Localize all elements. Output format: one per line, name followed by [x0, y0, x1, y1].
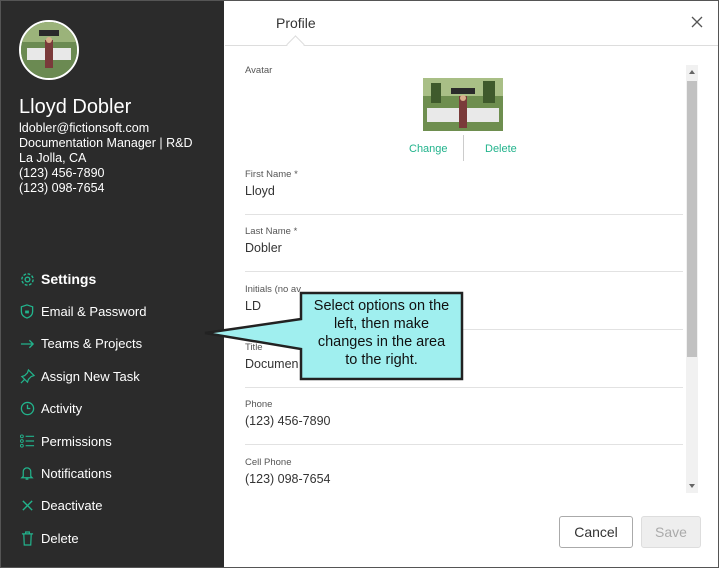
scroll-thumb[interactable]	[687, 81, 697, 357]
sidebar-item-delete[interactable]: Delete	[19, 522, 219, 554]
last-name-field[interactable]: Last Name * Dobler	[245, 226, 683, 272]
list-icon	[19, 433, 35, 449]
avatar-label: Avatar	[245, 65, 273, 76]
form-scroll-area: Avatar Change Delete First Name * Lloyd …	[245, 47, 685, 493]
user-location: La Jolla, CA	[19, 151, 87, 165]
callout-line: Select options on the	[313, 298, 450, 314]
app-window: Lloyd Dobler ldobler@fictionsoft.com Doc…	[0, 0, 719, 568]
sidebar-item-email-password[interactable]: Email & Password	[19, 295, 219, 327]
sidebar-item-teams-projects[interactable]: Teams & Projects	[19, 328, 219, 360]
shield-icon	[19, 304, 35, 320]
sidebar-item-label: Activity	[41, 401, 83, 417]
sidebar-item-label: Notifications	[41, 466, 112, 482]
profile-panel: Profile Avatar Change Delete First Name …	[225, 1, 718, 567]
sidebar: Lloyd Dobler ldobler@fictionsoft.com Doc…	[1, 1, 224, 567]
user-role: Documentation Manager | R&D	[19, 136, 193, 150]
callout-line: left, then make	[333, 316, 430, 332]
phone-value[interactable]: (123) 456-7890	[245, 414, 330, 428]
avatar-preview	[423, 78, 503, 131]
user-name: Lloyd Dobler	[19, 96, 132, 118]
sidebar-nav: Settings Email & Password Teams & Projec…	[19, 263, 219, 555]
sidebar-item-deactivate[interactable]: Deactivate	[19, 490, 219, 522]
sidebar-item-label: Permissions	[41, 433, 112, 449]
delete-avatar-link[interactable]: Delete	[485, 143, 517, 155]
sidebar-item-notifications[interactable]: Notifications	[19, 457, 219, 489]
first-name-label: First Name *	[245, 169, 298, 180]
divider	[463, 135, 464, 161]
close-icon[interactable]	[690, 15, 704, 29]
cancel-button[interactable]: Cancel	[559, 516, 633, 548]
sidebar-item-label: Deactivate	[41, 498, 103, 514]
gear-icon	[19, 271, 35, 287]
callout-text: Select options on the left, then make ch…	[301, 297, 462, 369]
scrollbar[interactable]	[686, 65, 698, 493]
user-phone: (123) 456-7890	[19, 166, 105, 180]
sidebar-item-label: Assign New Task	[41, 368, 140, 384]
cell-phone-value[interactable]: (123) 098-7654	[245, 472, 330, 486]
scroll-down-icon[interactable]	[689, 484, 695, 488]
avatar-actions: Change Delete	[400, 135, 560, 161]
user-cell: (123) 098-7654	[19, 181, 105, 195]
callout-line: changes in the area	[317, 334, 446, 350]
x-icon	[19, 498, 35, 514]
sidebar-item-label: Teams & Projects	[41, 336, 143, 352]
phone-field[interactable]: Phone (123) 456-7890	[245, 399, 683, 445]
sidebar-item-assign-task[interactable]: Assign New Task	[19, 360, 219, 392]
sidebar-item-label: Settings	[41, 271, 97, 288]
scroll-up-icon[interactable]	[689, 70, 695, 74]
first-name-value[interactable]: Lloyd	[245, 184, 275, 198]
callout-annotation: Select options on the left, then make ch…	[201, 287, 466, 383]
cell-phone-label: Cell Phone	[245, 457, 292, 468]
arrow-right-icon	[19, 336, 35, 352]
callout-line: to the right.	[345, 352, 418, 368]
user-email: ldobler@fictionsoft.com	[19, 121, 150, 135]
phone-label: Phone	[245, 399, 273, 410]
last-name-value[interactable]: Dobler	[245, 241, 282, 255]
last-name-label: Last Name *	[245, 226, 298, 237]
avatar	[19, 20, 79, 80]
sidebar-item-label: Delete	[41, 530, 79, 546]
sidebar-item-activity[interactable]: Activity	[19, 393, 219, 425]
user-details: ldobler@fictionsoft.com Documentation Ma…	[19, 121, 192, 196]
sidebar-item-settings[interactable]: Settings	[19, 263, 219, 295]
panel-header: Profile	[225, 1, 718, 54]
cell-phone-field[interactable]: Cell Phone (123) 098-7654	[245, 457, 683, 493]
pin-icon	[19, 368, 35, 384]
tab-profile[interactable]: Profile	[276, 15, 316, 31]
bell-icon	[19, 466, 35, 482]
sidebar-item-label: Email & Password	[41, 304, 147, 320]
trash-icon	[19, 530, 35, 546]
save-button[interactable]: Save	[641, 516, 701, 548]
sidebar-item-permissions[interactable]: Permissions	[19, 425, 219, 457]
change-avatar-link[interactable]: Change	[409, 143, 448, 155]
clock-icon	[19, 401, 35, 417]
first-name-field[interactable]: First Name * Lloyd	[245, 169, 683, 215]
